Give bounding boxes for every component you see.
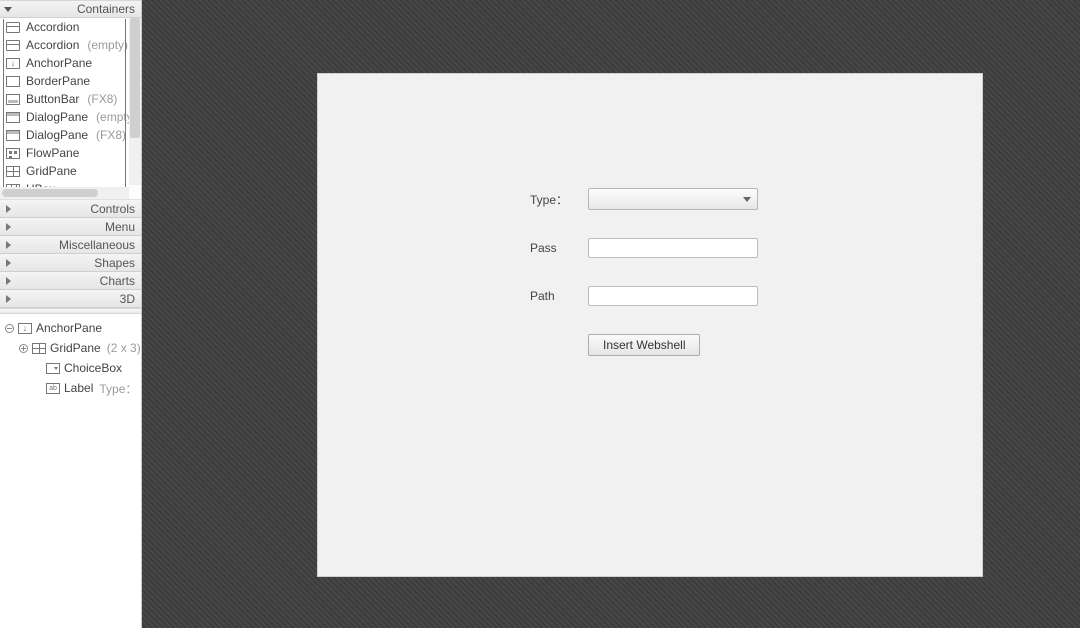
section-header-menu[interactable]: Menu bbox=[0, 218, 141, 236]
chevron-down-icon bbox=[743, 197, 751, 202]
button-label: Insert Webshell bbox=[603, 338, 685, 352]
dialogpane-icon bbox=[6, 112, 20, 123]
insert-webshell-button[interactable]: Insert Webshell bbox=[588, 334, 700, 356]
containers-items-box: Accordion Accordion (empty) AnchorPane bbox=[0, 18, 141, 200]
hierarchy-tree: AnchorPane GridPane (2 x 3) ChoiceBox La… bbox=[0, 314, 141, 628]
collapse-icon[interactable] bbox=[4, 324, 14, 333]
chevron-right-icon bbox=[4, 277, 12, 285]
choicebox-icon bbox=[46, 363, 60, 374]
section-header-charts[interactable]: Charts bbox=[0, 272, 141, 290]
label-icon bbox=[46, 383, 60, 394]
containers-items-list: Accordion Accordion (empty) AnchorPane bbox=[0, 18, 129, 199]
dialogpane-icon bbox=[6, 130, 20, 141]
tree-node-anchorpane[interactable]: AnchorPane bbox=[0, 318, 141, 338]
section-title: Containers bbox=[77, 2, 135, 16]
gridpane-icon bbox=[32, 343, 46, 354]
tree-node-gridpane[interactable]: GridPane (2 x 3) bbox=[0, 338, 141, 358]
chevron-right-icon bbox=[4, 223, 12, 231]
section-title: Charts bbox=[100, 274, 135, 288]
section-header-3d[interactable]: 3D bbox=[0, 290, 141, 308]
buttonbar-icon bbox=[6, 94, 20, 105]
sidebar: Containers Accordion Accordion (empty) bbox=[0, 0, 142, 628]
anchorpane-icon bbox=[18, 323, 32, 334]
section-header-containers[interactable]: Containers bbox=[0, 0, 141, 18]
library-item-borderpane[interactable]: BorderPane bbox=[0, 72, 129, 90]
design-anchorpane[interactable]: Type： Pass Path Insert Webshell bbox=[318, 74, 982, 576]
tree-node-label[interactable]: Label Type： bbox=[0, 378, 141, 398]
vertical-scrollbar[interactable] bbox=[129, 18, 141, 185]
section-header-miscellaneous[interactable]: Miscellaneous bbox=[0, 236, 141, 254]
flowpane-icon bbox=[6, 148, 20, 159]
library-panel: Containers Accordion Accordion (empty) bbox=[0, 0, 141, 308]
section-header-shapes[interactable]: Shapes bbox=[0, 254, 141, 272]
vertical-scrollbar-thumb[interactable] bbox=[130, 18, 140, 138]
chevron-right-icon bbox=[4, 259, 12, 267]
tree-node-choicebox[interactable]: ChoiceBox bbox=[0, 358, 141, 378]
section-title: Menu bbox=[105, 220, 135, 234]
chevron-right-icon bbox=[4, 241, 12, 249]
section-title: Controls bbox=[90, 202, 135, 216]
horizontal-scrollbar-thumb[interactable] bbox=[2, 189, 98, 197]
chevron-right-icon bbox=[4, 295, 12, 303]
design-gridpane[interactable]: Type： Pass Path Insert Webshell bbox=[530, 188, 758, 356]
chevron-right-icon bbox=[4, 205, 12, 213]
horizontal-scrollbar[interactable] bbox=[0, 187, 129, 199]
expand-icon[interactable] bbox=[18, 344, 28, 353]
path-input[interactable] bbox=[588, 286, 758, 306]
label-pass[interactable]: Pass bbox=[530, 241, 586, 255]
gridpane-icon bbox=[6, 166, 20, 177]
label-type[interactable]: Type： bbox=[530, 191, 586, 208]
section-title: 3D bbox=[120, 292, 135, 306]
pass-input[interactable] bbox=[588, 238, 758, 258]
design-canvas[interactable]: Type： Pass Path Insert Webshell bbox=[142, 0, 1080, 628]
section-title: Shapes bbox=[94, 256, 135, 270]
section-title: Miscellaneous bbox=[59, 238, 135, 252]
borderpane-icon bbox=[6, 76, 20, 87]
label-path[interactable]: Path bbox=[530, 289, 586, 303]
section-header-controls[interactable]: Controls bbox=[0, 200, 141, 218]
chevron-down-icon bbox=[4, 5, 12, 13]
type-choicebox[interactable] bbox=[588, 188, 758, 210]
